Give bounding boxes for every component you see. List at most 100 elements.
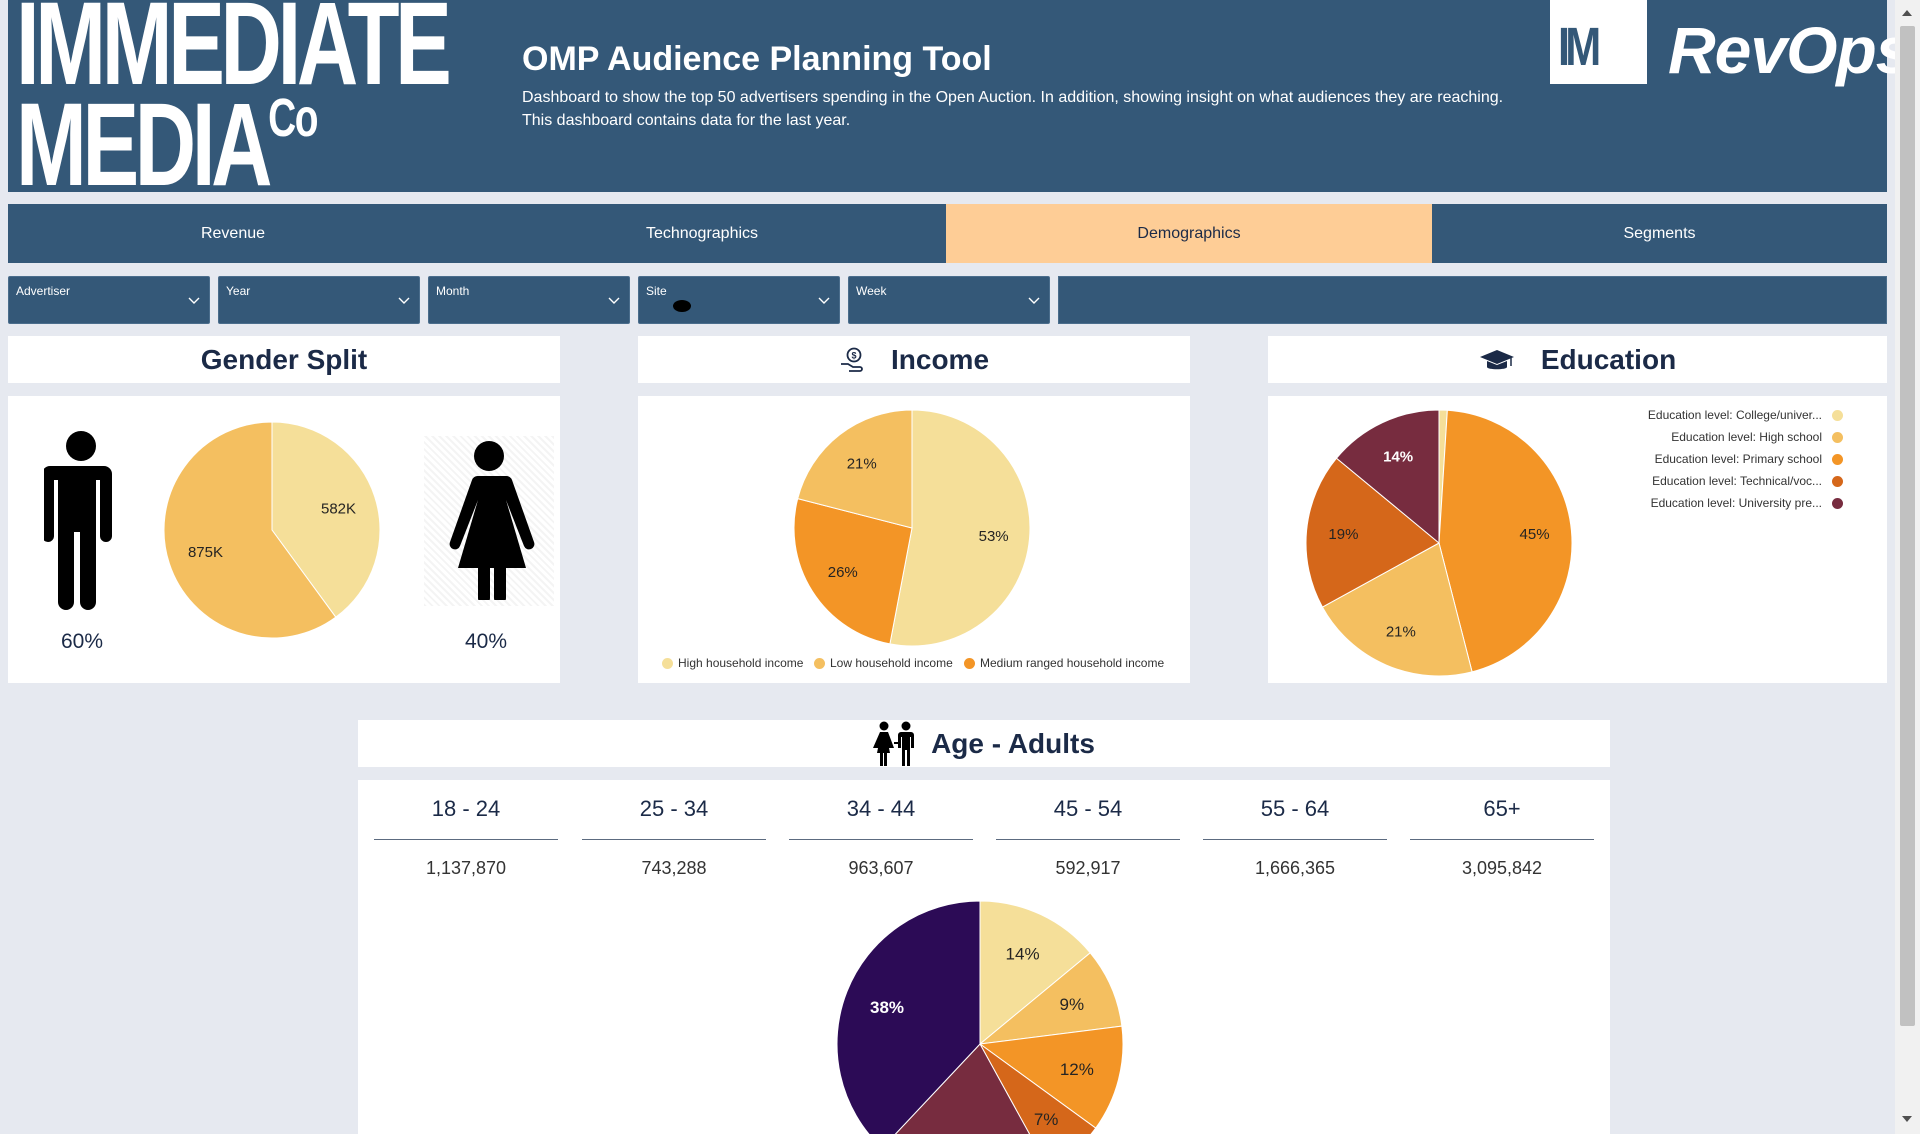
income-legend-high[interactable]: High household income — [662, 656, 803, 670]
filter-site-label: Site — [646, 284, 667, 298]
age-divider — [582, 839, 766, 840]
age-divider — [996, 839, 1180, 840]
pie-slice-label: 26% — [828, 564, 858, 581]
vertical-scrollbar[interactable] — [1895, 0, 1920, 1134]
filter-month[interactable]: Month — [428, 276, 630, 324]
income-legend-medium[interactable]: Medium ranged household income — [964, 656, 1164, 670]
pie-slice-label: 38% — [870, 998, 904, 1017]
legend-label: Education level: High school — [1671, 430, 1822, 444]
scroll-up-arrow-icon[interactable] — [1902, 10, 1912, 16]
age-divider — [374, 839, 558, 840]
legend-label: Education level: Technical/voc... — [1652, 474, 1822, 488]
tab-segments[interactable]: Segments — [1432, 204, 1887, 263]
chevron-down-icon — [188, 297, 200, 304]
legend-dot — [1832, 475, 1843, 487]
redaction-mark-icon — [673, 300, 691, 312]
income-title: Income — [890, 343, 990, 375]
income-title-card: $ Income — [638, 336, 1190, 383]
male-percentage: 60% — [60, 630, 104, 653]
filter-advertiser[interactable]: Advertiser — [8, 276, 210, 324]
filter-month-label: Month — [436, 284, 470, 298]
legend-label: Education level: College/univer... — [1647, 408, 1822, 422]
female-percentage: 40% — [464, 630, 508, 653]
age-group-label: 45 - 54 — [1053, 796, 1123, 821]
age-group-value: 1,137,870 — [425, 858, 507, 878]
male-icon — [44, 431, 112, 610]
tab-demographics[interactable]: Demographics — [946, 204, 1432, 263]
im-logo-text: IM — [1558, 17, 1601, 77]
age-group-value: 592,917 — [1055, 858, 1121, 878]
pie-slice-label: 9% — [1059, 995, 1084, 1014]
chevron-down-icon — [818, 297, 830, 304]
legend-dot — [662, 657, 673, 669]
pie-slice-label: 53% — [979, 528, 1009, 545]
female-icon — [449, 441, 535, 600]
filter-week-label: Week — [856, 284, 887, 298]
gender-title-card: Gender Split — [8, 336, 560, 383]
education-legend-technical[interactable]: Education level: Technical/voc... — [1538, 474, 1843, 488]
filter-year[interactable]: Year — [218, 276, 420, 324]
scroll-down-arrow-icon[interactable] — [1902, 1116, 1912, 1122]
header-banner: IMMEDIATE MEDIACo OMP Audience Planning … — [8, 0, 1912, 204]
age-title-row: Age - Adults — [358, 720, 1610, 767]
pie-slice-label: 875K — [188, 544, 223, 561]
income-title-row: $ Income — [638, 336, 1190, 383]
age-card: 18 - 24 1,137,870 25 - 34 743,288 34 - 4… — [358, 780, 1610, 1134]
age-divider — [789, 839, 973, 840]
legend-dot — [1832, 431, 1843, 443]
chevron-down-icon — [608, 297, 620, 304]
education-pie-chart: 45% 21% 19% 14% — [1305, 409, 1573, 677]
money-hand-icon: $ — [840, 347, 863, 372]
age-group-label: 18 - 24 — [431, 796, 501, 821]
age-group-value: 1,666,365 — [1254, 858, 1336, 878]
age-title: Age - Adults — [931, 727, 1095, 759]
pie-slice-label: 582K — [321, 501, 356, 518]
legend-dot — [1832, 497, 1843, 509]
age-group-label: 65+ — [1483, 796, 1521, 821]
income-legend-low[interactable]: Low household income — [814, 656, 953, 670]
education-legend-highschool[interactable]: Education level: High school — [1538, 430, 1843, 444]
education-legend-primary[interactable]: Education level: Primary school — [1538, 452, 1843, 466]
filter-site[interactable]: Site — [638, 276, 840, 324]
logo-line-2: MEDIACo — [16, 86, 448, 204]
filter-week[interactable]: Week — [848, 276, 1050, 324]
age-divider — [1410, 839, 1594, 840]
gender-title: Gender Split — [200, 343, 368, 375]
logo-media-text: MEDIA — [16, 79, 272, 212]
revops-logo-text: RevOps — [1668, 13, 1912, 87]
chevron-down-icon — [398, 297, 410, 304]
education-card: 45% 21% 19% 14% Education level: College/un… — [1268, 396, 1887, 683]
legend-dot — [1832, 409, 1843, 421]
tab-technographics[interactable]: Technographics — [458, 204, 946, 263]
couple-icon — [873, 721, 915, 766]
pie-slice-label: 21% — [847, 455, 877, 472]
immediate-media-logo: IMMEDIATE MEDIACo — [16, 0, 452, 204]
scrollbar-thumb[interactable] — [1900, 26, 1915, 1026]
chevron-down-icon — [1028, 297, 1040, 304]
legend-label: Education level: University pre... — [1650, 496, 1822, 510]
filter-bar-spacer — [1058, 276, 1887, 324]
logo-co-text: Co — [268, 88, 318, 149]
filter-year-label: Year — [226, 284, 251, 298]
education-legend-college[interactable]: Education level: College/univer... — [1538, 408, 1843, 422]
svg-text:$: $ — [851, 350, 856, 360]
legend-label: Medium ranged household income — [980, 656, 1165, 670]
education-title-row: Education — [1268, 336, 1887, 383]
age-group-label: 55 - 64 — [1260, 796, 1330, 821]
age-group-label: 25 - 34 — [639, 796, 709, 821]
page-subtitle: Dashboard to show the top 50 advertisers… — [522, 89, 1504, 129]
legend-label: Low household income — [830, 656, 953, 670]
pie-slice-label: 45% — [1520, 526, 1550, 543]
legend-label: High household income — [678, 656, 804, 670]
gender-card: 60% 582K 875K 40% — [8, 396, 560, 683]
pie-slice-label: 12% — [1060, 1060, 1094, 1079]
graduation-cap-icon — [1479, 349, 1514, 369]
tab-revenue[interactable]: Revenue — [8, 204, 458, 263]
education-legend-university[interactable]: Education level: University pre... — [1538, 496, 1843, 510]
income-pie-chart: 53% 26% 21% — [793, 409, 1031, 647]
im-logo-box: IM — [1550, 0, 1647, 84]
legend-label: Education level: Primary school — [1654, 452, 1822, 466]
age-group-value: 3,095,842 — [1461, 858, 1543, 878]
pie-slice-label: 21% — [1386, 623, 1416, 640]
age-title-card: Age - Adults — [358, 720, 1610, 767]
